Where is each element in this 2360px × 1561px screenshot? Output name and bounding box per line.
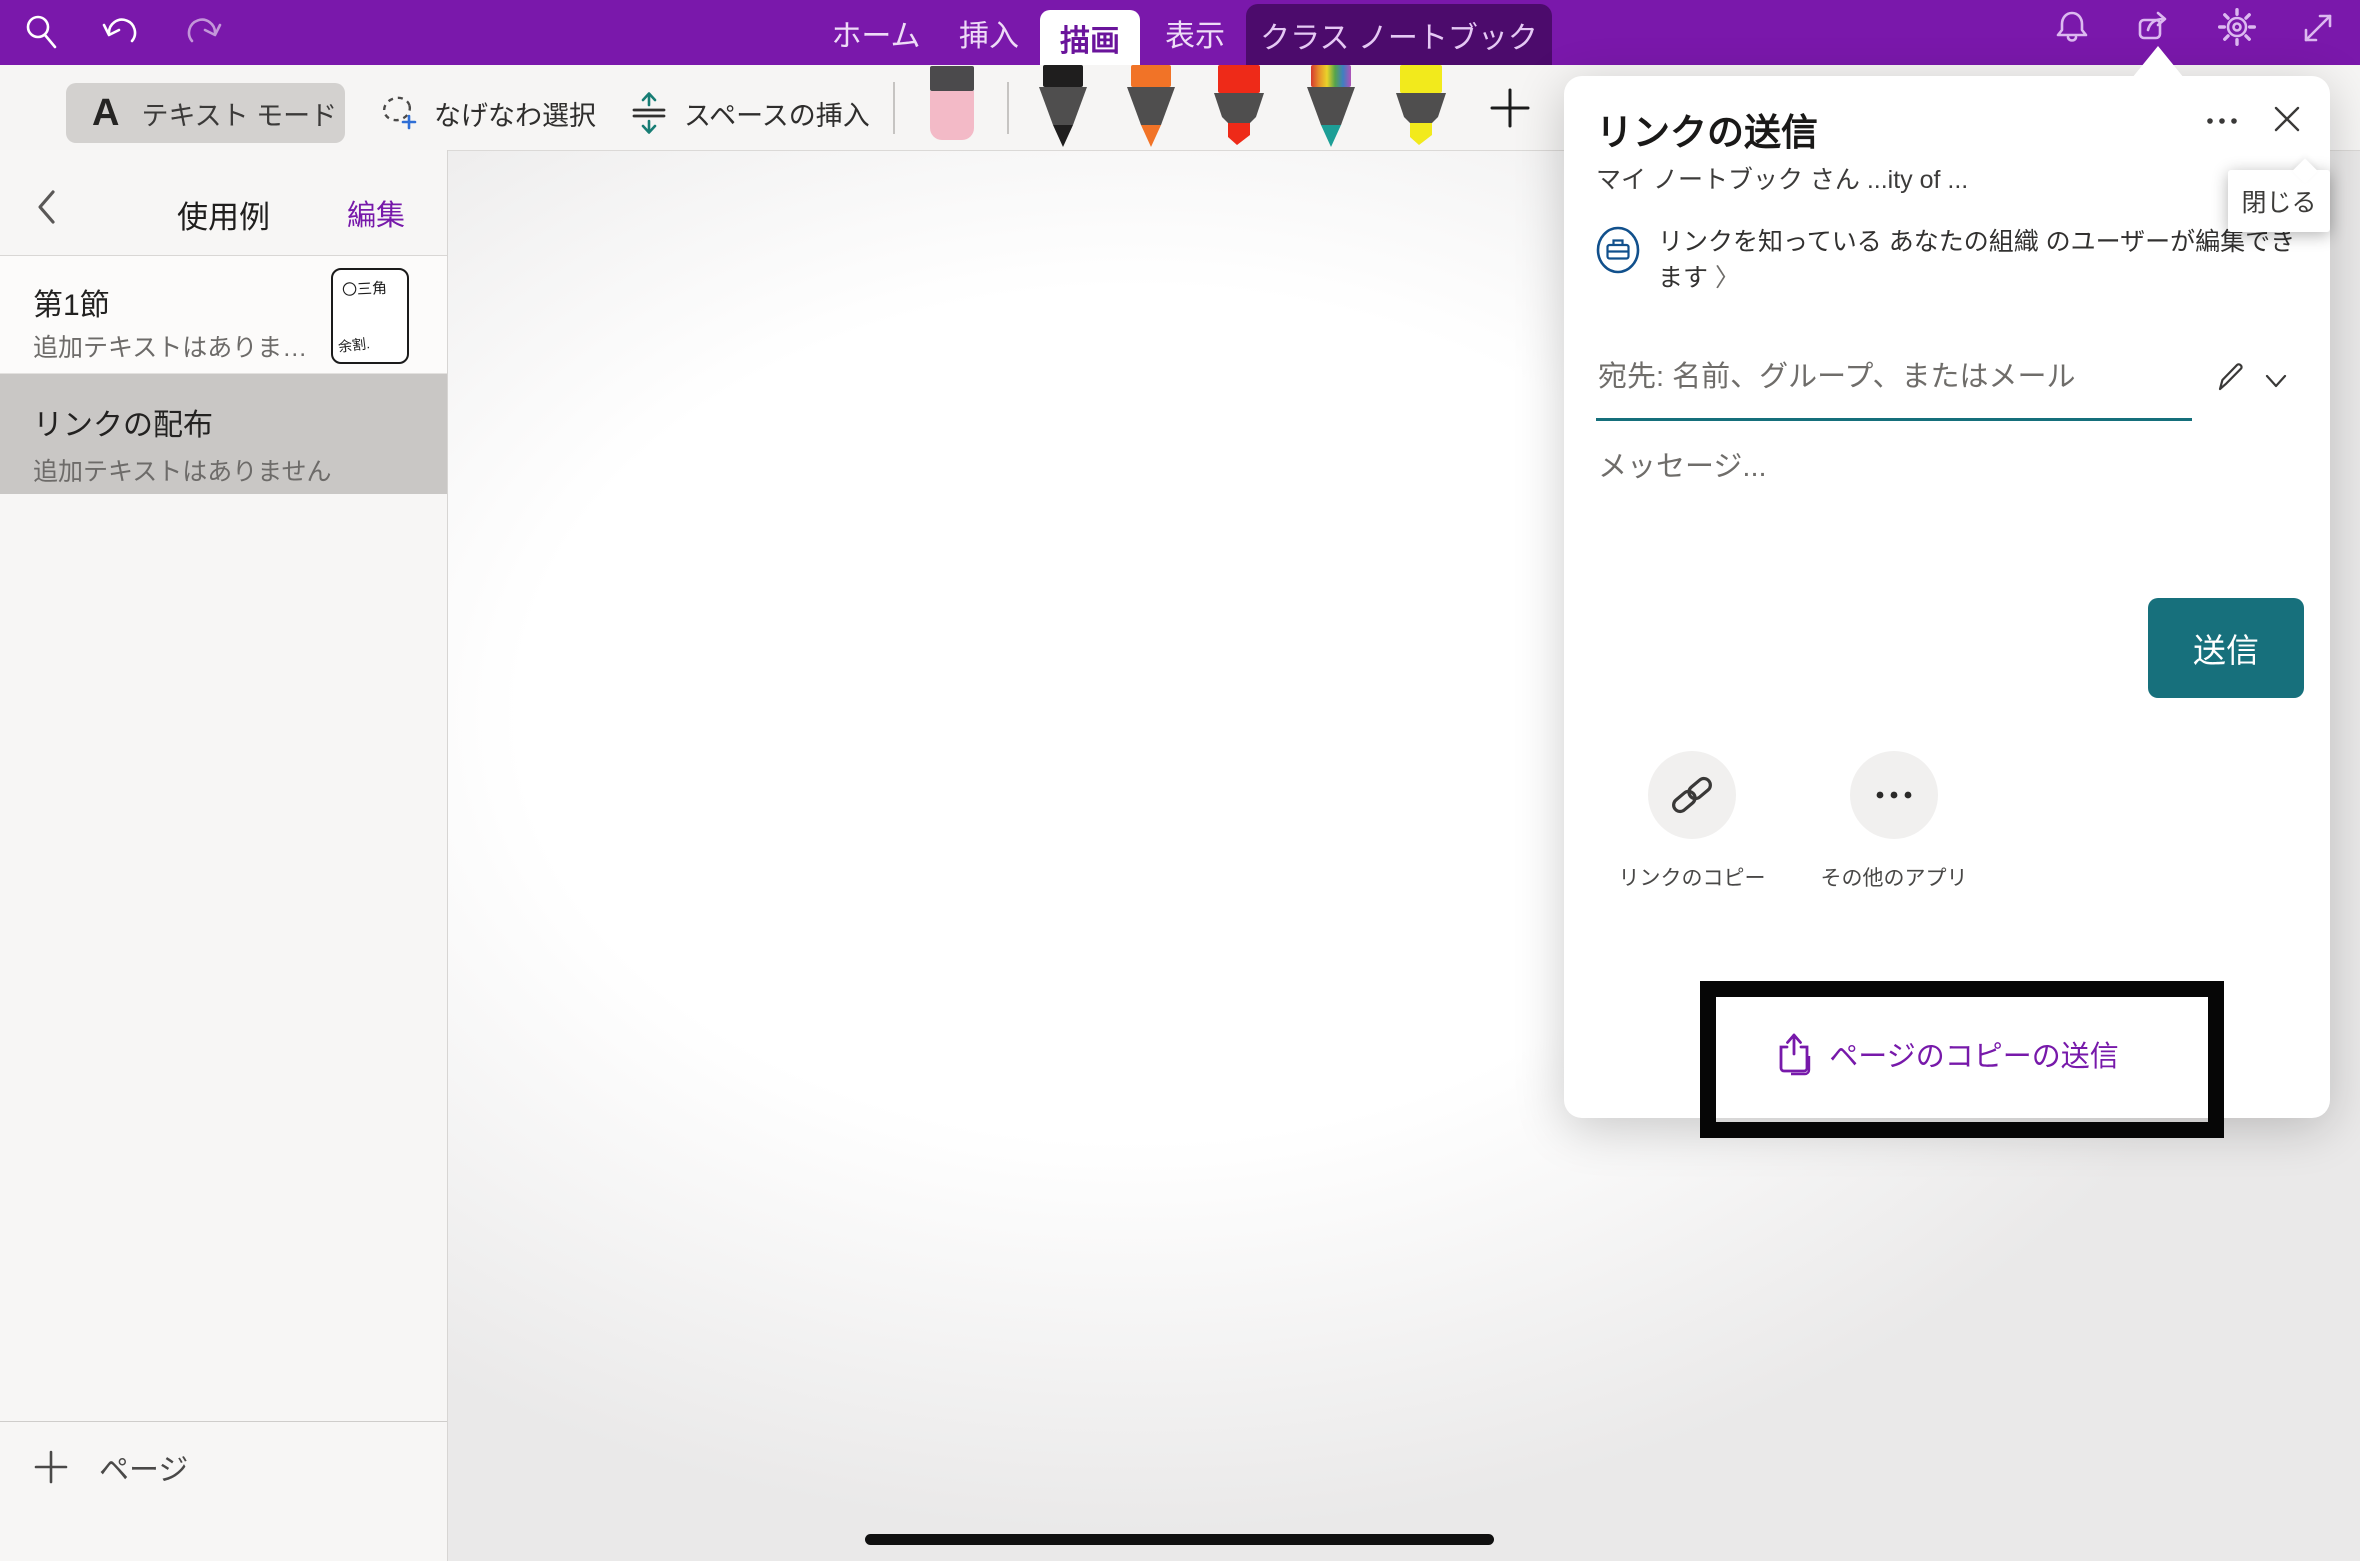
- fullscreen-expand-icon[interactable]: [2298, 8, 2338, 48]
- permission-text: リンクを知っている あなたの組織 のユーザーが編集できます: [1658, 228, 2295, 292]
- tab-home[interactable]: ホーム: [830, 0, 922, 65]
- more-apps-button[interactable]: [1850, 751, 1938, 839]
- home-indicator-bar[interactable]: [865, 1534, 1494, 1545]
- settings-gear-icon[interactable]: [2216, 6, 2258, 48]
- pen-black[interactable]: [1036, 65, 1090, 149]
- text-mode-a-icon: A: [92, 92, 119, 135]
- close-tooltip: 閉じる: [2228, 170, 2330, 232]
- toolbar-divider: [893, 82, 895, 134]
- lasso-select-button[interactable]: なげなわ選択: [378, 78, 596, 148]
- pen-orange[interactable]: [1124, 65, 1178, 149]
- text-mode-button[interactable]: A テキスト モード: [66, 83, 345, 143]
- link-icon: [1669, 772, 1715, 818]
- chevron-down-icon[interactable]: [2264, 372, 2288, 390]
- eraser-tool[interactable]: [928, 66, 976, 144]
- page-list-item-selected[interactable]: リンクの配布 追加テキストはありません: [0, 374, 447, 494]
- sidebar-divider: [0, 1421, 447, 1422]
- highlighter-red[interactable]: [1210, 65, 1268, 151]
- page-thumbnail: 〇三角 余割.: [331, 268, 409, 364]
- tab-view[interactable]: 表示: [1156, 0, 1234, 65]
- undo-icon[interactable]: [100, 12, 142, 54]
- dialog-title: リンクの送信: [1596, 102, 1818, 156]
- share-icon[interactable]: [2134, 8, 2176, 48]
- insert-space-icon: [628, 92, 670, 134]
- insert-space-label: スペースの挿入: [684, 94, 870, 133]
- tooltip-label: 閉じる: [2241, 183, 2316, 219]
- toolbar-divider: [1007, 82, 1009, 134]
- page-title: 第1節: [33, 280, 110, 324]
- message-input[interactable]: [1596, 442, 2200, 492]
- add-pen-icon[interactable]: [1488, 86, 1532, 130]
- edit-pages-button[interactable]: 編集: [347, 192, 405, 234]
- more-options-icon[interactable]: [2204, 116, 2244, 126]
- page-list-sidebar: 使用例 編集 第1節 追加テキストはありま… 〇三角 余割. リンクの配布 追加…: [0, 150, 448, 1561]
- page-subtitle: 追加テキストはありません: [33, 452, 332, 488]
- tab-insert[interactable]: 挿入: [950, 0, 1028, 65]
- page-list-item[interactable]: 第1節 追加テキストはありま… 〇三角 余割.: [0, 256, 447, 374]
- redo-icon[interactable]: [182, 12, 224, 54]
- notifications-bell-icon[interactable]: [2052, 8, 2092, 48]
- edit-permission-pencil-icon[interactable]: [2212, 358, 2250, 396]
- pen-rainbow[interactable]: [1304, 65, 1358, 149]
- onenote-app: ホーム 挿入 描画 表示 クラス ノートブック: [0, 0, 2360, 1561]
- to-input-underline: [1596, 418, 2192, 421]
- send-link-dialog: リンクの送信 マイ ノートブック さん ...ity of ... リンクを知っ…: [1564, 76, 2330, 1118]
- notebook-subtitle: マイ ノートブック さん ...ity of ...: [1596, 160, 1968, 196]
- copy-link-label: リンクのコピー: [1602, 862, 1782, 892]
- thumbnail-handwriting: 〇三角: [341, 277, 387, 300]
- lasso-icon: [378, 93, 420, 133]
- lasso-label: なげなわ選択: [434, 94, 596, 133]
- insert-space-button[interactable]: スペースの挿入: [628, 78, 870, 148]
- more-apps-label: その他のアプリ: [1804, 862, 1984, 892]
- permission-chevron-icon: 〉: [1715, 264, 1740, 292]
- copy-link-button[interactable]: [1648, 751, 1736, 839]
- close-icon[interactable]: [2270, 102, 2304, 136]
- text-mode-label: テキスト モード: [141, 94, 337, 133]
- plus-icon: [33, 1449, 69, 1485]
- popover-caret: [2132, 46, 2184, 78]
- tab-draw[interactable]: 描画: [1040, 10, 1140, 65]
- page-title: リンクの配布: [33, 400, 213, 444]
- search-icon[interactable]: [22, 12, 62, 54]
- annotation-rectangle: [1700, 981, 2224, 1138]
- page-subtitle: 追加テキストはありま…: [33, 328, 307, 364]
- add-page-label: ページ: [99, 1445, 188, 1489]
- top-app-bar: ホーム 挿入 描画 表示 クラス ノートブック: [0, 0, 2360, 65]
- tab-class-notebook[interactable]: クラス ノートブック: [1246, 4, 1552, 65]
- ellipsis-icon: [1872, 790, 1916, 800]
- organization-briefcase-icon: [1594, 224, 1642, 276]
- link-permission-setting[interactable]: リンクを知っている あなたの組織 のユーザーが編集できます 〉: [1658, 224, 2318, 296]
- send-button[interactable]: 送信: [2148, 598, 2304, 698]
- add-page-button[interactable]: ページ: [33, 1445, 188, 1489]
- highlighter-yellow[interactable]: [1392, 65, 1450, 151]
- thumbnail-handwriting: 余割.: [337, 333, 371, 357]
- to-recipients-input[interactable]: [1596, 352, 2156, 402]
